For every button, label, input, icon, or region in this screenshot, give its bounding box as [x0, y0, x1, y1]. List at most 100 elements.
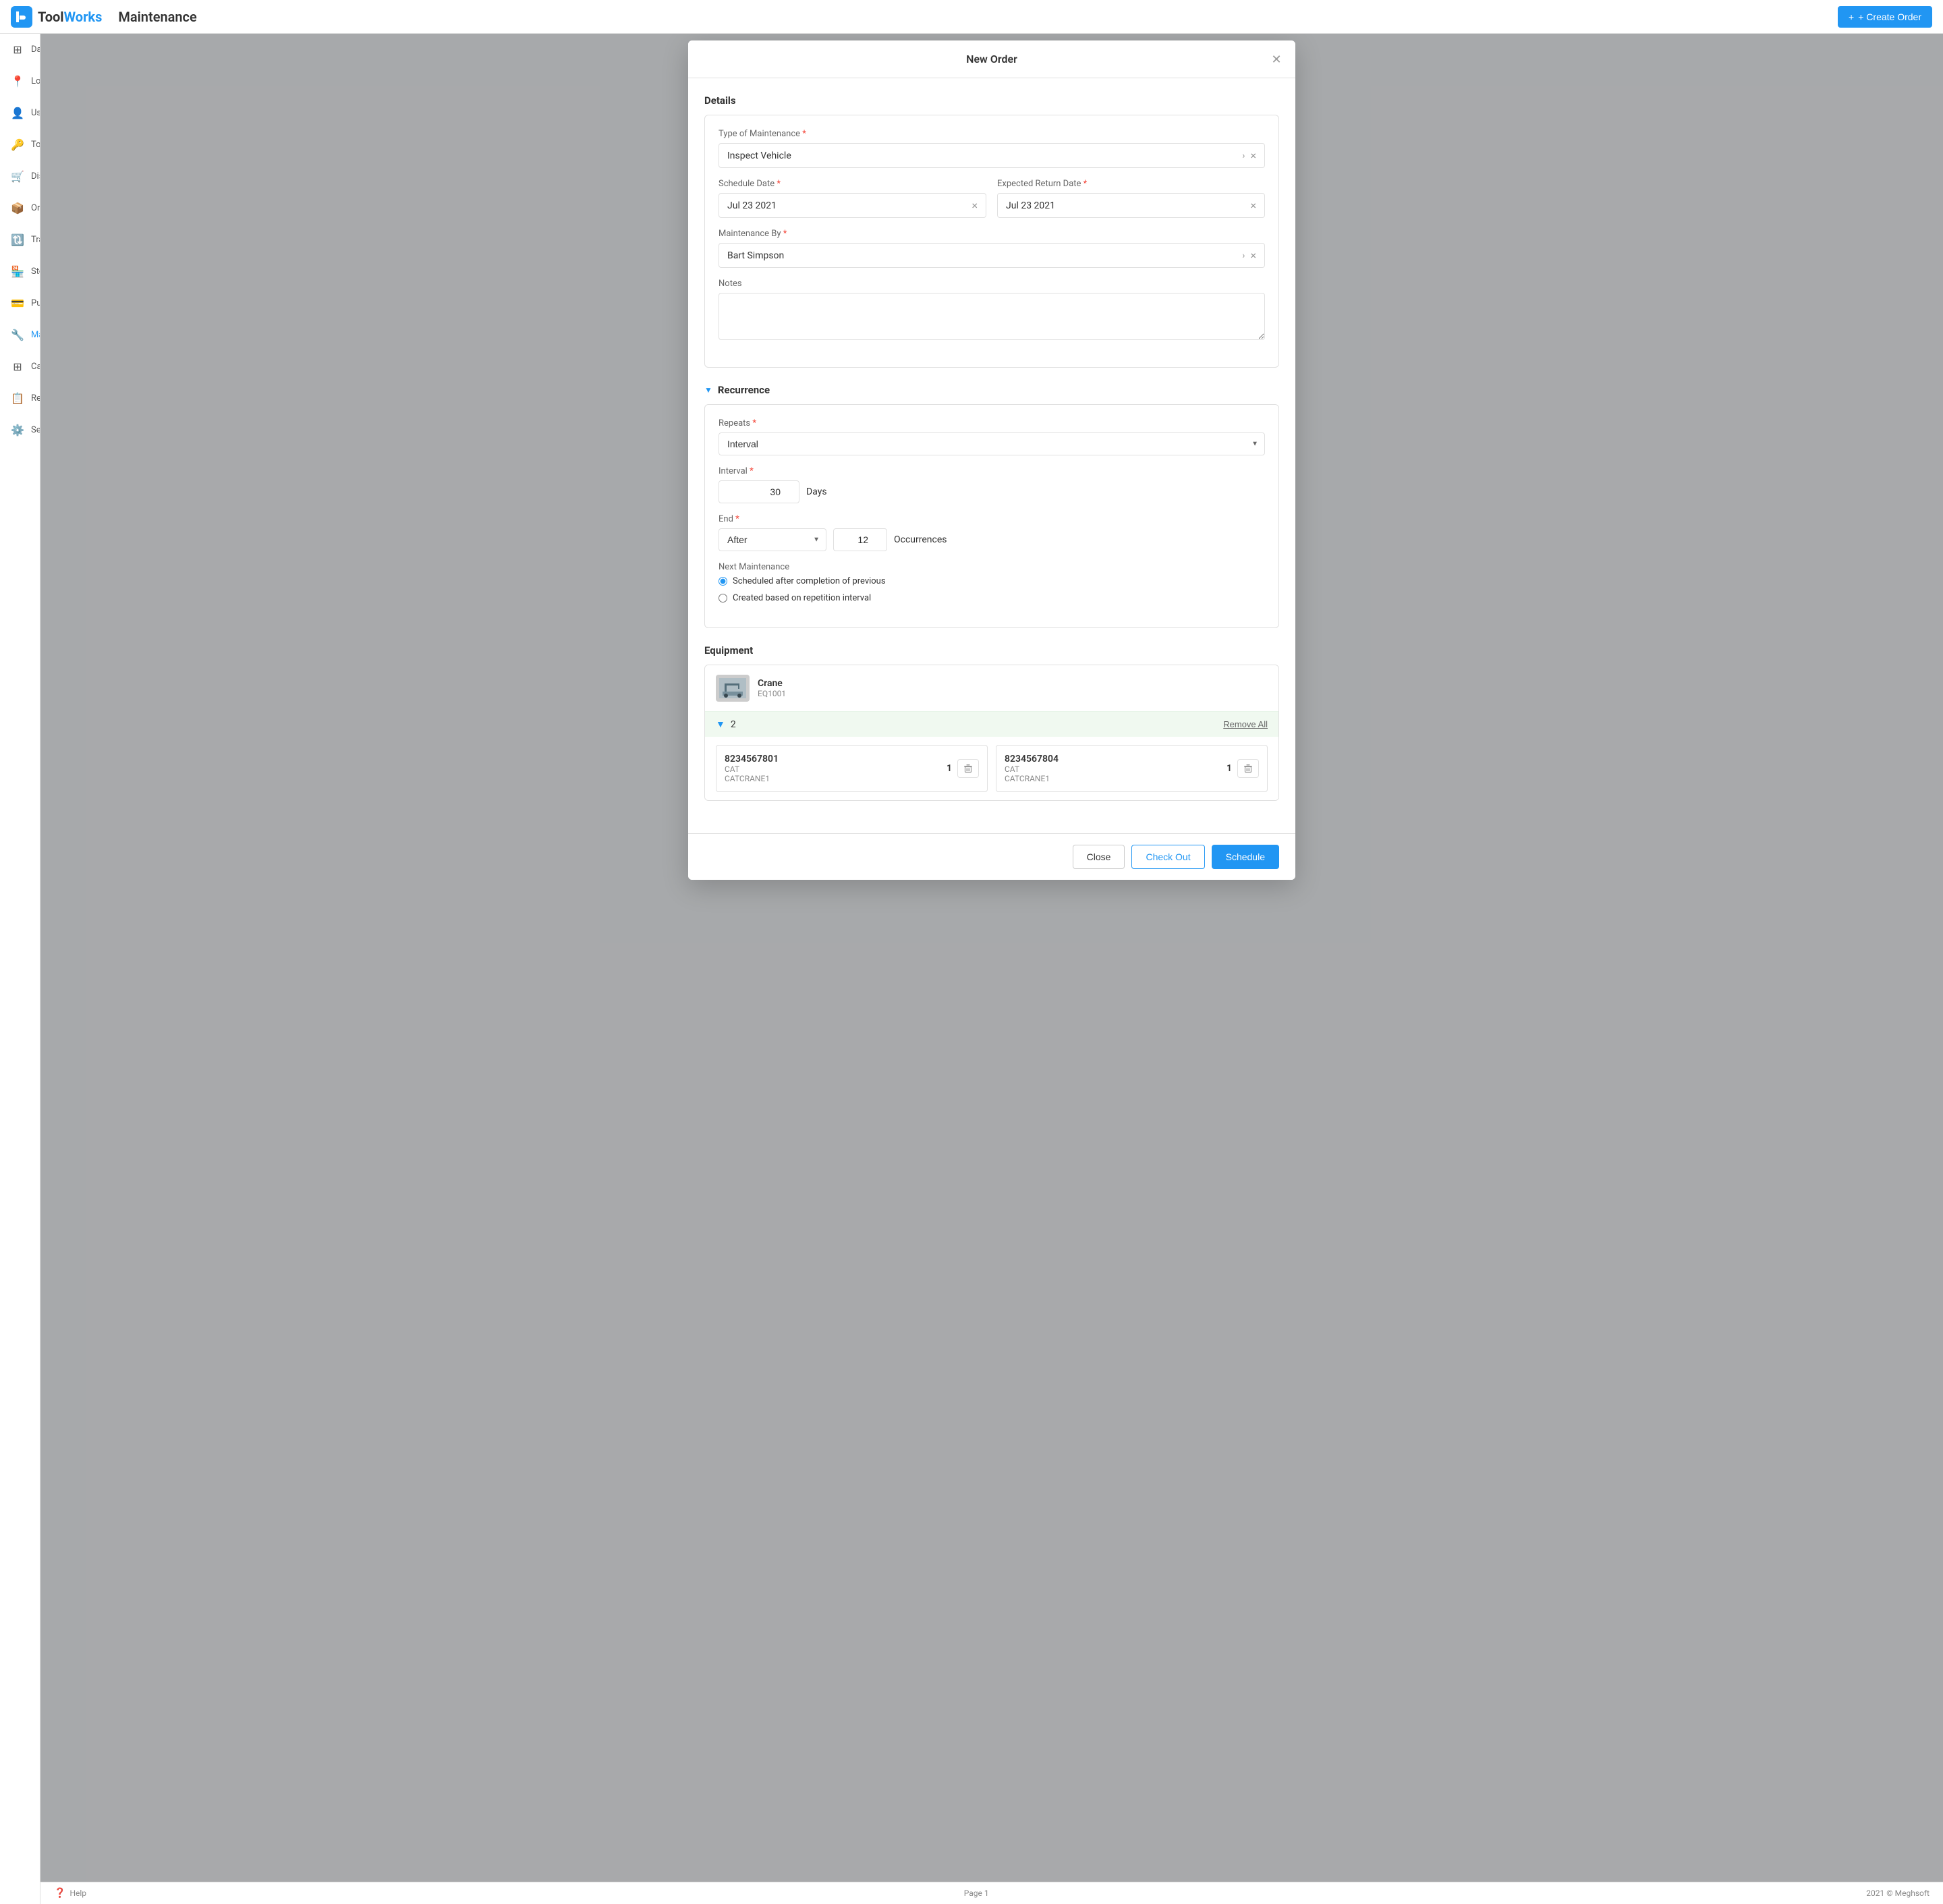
sidebar-item-locations[interactable]: 📍 Locat — [0, 65, 40, 97]
unit-info-1: 8234567801 CAT CATCRANE1 — [725, 754, 779, 783]
equipment-count: ▼ 2 — [716, 719, 736, 730]
details-section: Details Type of Maintenance * Inspect Ve… — [704, 94, 1279, 368]
radio-scheduled[interactable]: Scheduled after completion of previous — [719, 576, 1265, 586]
sidebar-item-orders[interactable]: 📦 Order — [0, 192, 40, 224]
modal-header: New Order ✕ — [688, 40, 1295, 78]
type-of-maintenance-clear-icon[interactable]: × — [1250, 149, 1256, 162]
interval-label: Interval * — [719, 466, 1265, 476]
equipment-name: Crane — [758, 678, 786, 689]
type-of-maintenance-group: Type of Maintenance * Inspect Vehicle › … — [719, 129, 1265, 168]
sidebar-item-reports[interactable]: 📋 Repor — [0, 383, 40, 414]
app-title: Maintenance — [118, 9, 196, 25]
bottom-bar: ❓ Help Page 1 2021 © Meghsoft — [40, 1882, 1943, 1904]
sidebar-item-transfers[interactable]: 🔃 Trans — [0, 224, 40, 256]
unit-qty-1: 1 — [947, 759, 979, 778]
toolworks-logo-icon — [11, 6, 32, 28]
sidebar-item-maintenance[interactable]: 🔧 Maint — [0, 319, 40, 351]
modal-overlay: New Order ✕ Details Type of — [40, 34, 1943, 1904]
modal-title: New Order — [966, 53, 1017, 65]
sidebar-item-purchases[interactable]: 💳 Purch — [0, 287, 40, 319]
notes-group: Notes — [719, 279, 1265, 343]
schedule-button[interactable]: Schedule — [1212, 845, 1279, 869]
equipment-count-value: 2 — [731, 719, 736, 730]
details-title: Details — [704, 94, 736, 107]
sidebar-label-settings: Setti — [31, 425, 40, 435]
repeats-label: Repeats * — [719, 418, 1265, 428]
equipment-item-crane: Crane EQ1001 ▼ 2 Remove All — [704, 665, 1279, 801]
schedule-date-field[interactable]: Jul 23 2021 × — [719, 193, 986, 218]
radio-created[interactable]: Created based on repetition interval — [719, 593, 1265, 603]
equipment-count-bar: ▼ 2 Remove All — [705, 711, 1278, 737]
maintenance-by-field[interactable]: Bart Simpson › × — [719, 243, 1265, 268]
radio-scheduled-label: Scheduled after completion of previous — [733, 576, 886, 586]
equipment-title: Equipment — [704, 644, 753, 656]
occurrences-input[interactable] — [833, 528, 887, 551]
sidebar-item-settings[interactable]: ⚙️ Setti — [0, 414, 40, 446]
top-header: ToolWorks Maintenance + + Create Order — [0, 0, 1943, 34]
dates-row: Schedule Date * Jul 23 2021 × — [719, 179, 1265, 229]
checkout-button[interactable]: Check Out — [1131, 845, 1204, 869]
type-of-maintenance-chevron-icon[interactable]: › — [1242, 150, 1245, 161]
logo-works: Works — [64, 9, 103, 25]
unit-model-1: CATCRANE1 — [725, 774, 779, 783]
type-of-maintenance-field[interactable]: Inspect Vehicle › × — [719, 143, 1265, 168]
unit-delete-button-1[interactable] — [957, 759, 979, 778]
sidebar-item-dashboard[interactable]: ⊞ Dashl — [0, 34, 40, 65]
copyright-label: 2021 © Meghsoft — [1866, 1888, 1930, 1898]
sidebar-item-dispatch[interactable]: 🛒 Dispa — [0, 161, 40, 192]
maintenance-by-chevron-icon[interactable]: › — [1242, 250, 1245, 261]
sidebar-label-orders: Order — [31, 203, 40, 213]
unit-delete-button-2[interactable] — [1237, 759, 1259, 778]
sidebar-item-users[interactable]: 👤 Users — [0, 97, 40, 129]
end-select[interactable]: Never After On Date — [719, 528, 826, 551]
sidebar-item-categories[interactable]: ⊞ Categ — [0, 351, 40, 383]
unit-card-2: 8234567804 CAT CATCRANE1 1 — [996, 745, 1268, 792]
sidebar-label-reports: Repor — [31, 393, 40, 403]
chevron-down-icon[interactable]: ▼ — [716, 719, 725, 730]
dashboard-icon: ⊞ — [11, 43, 24, 56]
interval-input[interactable] — [719, 480, 799, 503]
sidebar-label-categories: Categ — [31, 362, 40, 372]
reports-icon: 📋 — [11, 392, 24, 405]
equipment-id: EQ1001 — [758, 689, 786, 698]
recurrence-toggle-icon[interactable]: ▼ — [704, 385, 712, 395]
sidebar-label-stores: Store — [31, 267, 40, 277]
equipment-thumbnail — [716, 675, 750, 702]
trash-icon-1 — [963, 764, 973, 773]
radio-created-input[interactable] — [719, 594, 727, 603]
remove-all-button[interactable]: Remove All — [1223, 719, 1268, 729]
close-button[interactable]: Close — [1073, 845, 1125, 869]
unit-card-1: 8234567801 CAT CATCRANE1 1 — [716, 745, 988, 792]
modal-close-button[interactable]: ✕ — [1267, 50, 1286, 69]
notes-label: Notes — [719, 279, 1265, 289]
required-indicator: * — [802, 129, 806, 139]
recurrence-card: Repeats * None Daily Weekly Monthly Inte… — [704, 404, 1279, 628]
maintenance-by-clear-icon[interactable]: × — [1250, 249, 1256, 262]
unit-info-2: 8234567804 CAT CATCRANE1 — [1005, 754, 1059, 783]
next-maintenance-group: Next Maintenance Scheduled after complet… — [719, 562, 1265, 603]
sidebar-label-dashboard: Dashl — [31, 45, 40, 55]
sidebar-label-maintenance: Maint — [31, 330, 40, 340]
equipment-units: 8234567801 CAT CATCRANE1 1 — [705, 737, 1278, 800]
unit-brand-1: CAT — [725, 764, 779, 774]
radio-scheduled-input[interactable] — [719, 577, 727, 586]
unit-model-2: CATCRANE1 — [1005, 774, 1059, 783]
close-icon: ✕ — [1271, 53, 1281, 67]
schedule-date-clear-icon[interactable]: × — [972, 199, 978, 212]
page-label: Page 1 — [964, 1888, 989, 1898]
details-section-header: Details — [704, 94, 1279, 107]
sidebar-item-tools[interactable]: 🔑 Tools — [0, 129, 40, 161]
tools-icon: 🔑 — [11, 138, 24, 151]
notes-input[interactable] — [719, 293, 1265, 340]
help-area: ❓ Help — [54, 1888, 86, 1899]
stores-icon: 🏪 — [11, 265, 24, 278]
create-order-button[interactable]: + + Create Order — [1838, 6, 1932, 28]
sidebar: ⊞ Dashl 📍 Locat 👤 Users 🔑 Tools 🛒 Dispa … — [0, 34, 40, 1904]
sidebar-item-stores[interactable]: 🏪 Store — [0, 256, 40, 287]
expected-return-date-field[interactable]: Jul 23 2021 × — [997, 193, 1265, 218]
expected-return-date-clear-icon[interactable]: × — [1250, 199, 1256, 212]
expected-return-date-label: Expected Return Date * — [997, 179, 1265, 189]
help-label[interactable]: Help — [69, 1888, 86, 1898]
interval-row: Days — [719, 480, 1265, 503]
repeats-select[interactable]: None Daily Weekly Monthly Interval — [719, 432, 1265, 455]
